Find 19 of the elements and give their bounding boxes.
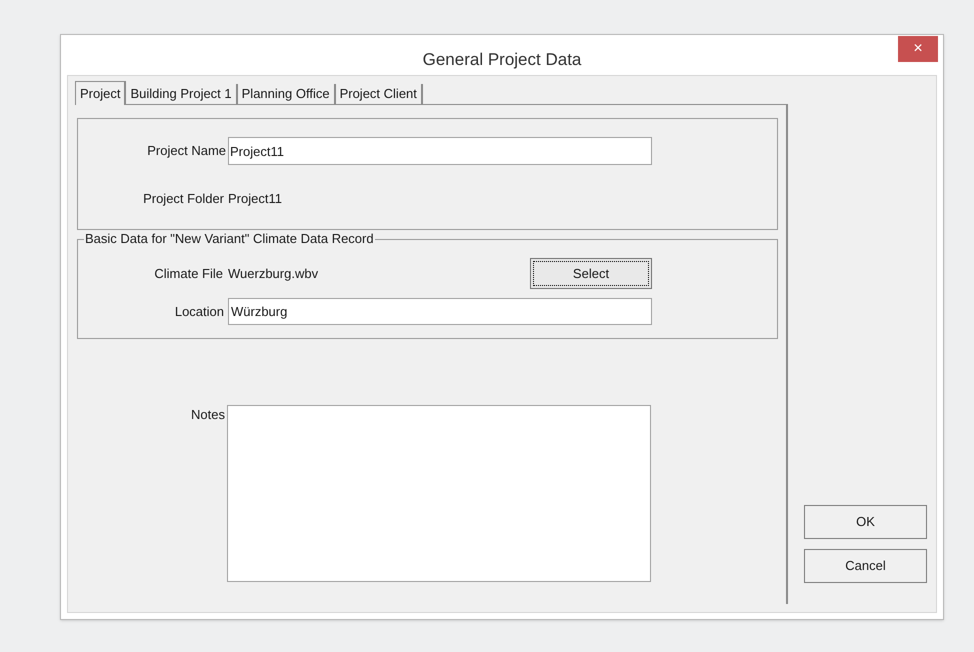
dialog-button[interactable]: OK <box>804 505 927 539</box>
select-button[interactable]: Select <box>530 258 652 289</box>
field-label: Location <box>174 302 225 321</box>
tab[interactable]: Project <box>75 81 126 105</box>
field-value: Wuerzburg.wbv <box>228 264 320 283</box>
field-label: Notes <box>190 406 226 424</box>
dialog-button[interactable]: Cancel <box>804 549 927 583</box>
text-field[interactable]: Würzburg <box>228 298 652 325</box>
tab[interactable]: Project Client <box>336 84 423 104</box>
field-value: Project11 <box>228 190 282 208</box>
text-field[interactable]: Project11 <box>228 137 652 165</box>
window-title: General Project Data <box>422 49 582 71</box>
field-label: Climate File <box>153 264 224 283</box>
notes-field[interactable] <box>227 405 651 582</box>
field-label: Project Name <box>146 142 227 160</box>
tab[interactable]: Planning Office <box>238 84 336 104</box>
field-label: Project Folder <box>142 190 225 208</box>
tab[interactable]: Building Project 1 <box>126 84 238 104</box>
close-button[interactable]: × <box>898 36 938 62</box>
